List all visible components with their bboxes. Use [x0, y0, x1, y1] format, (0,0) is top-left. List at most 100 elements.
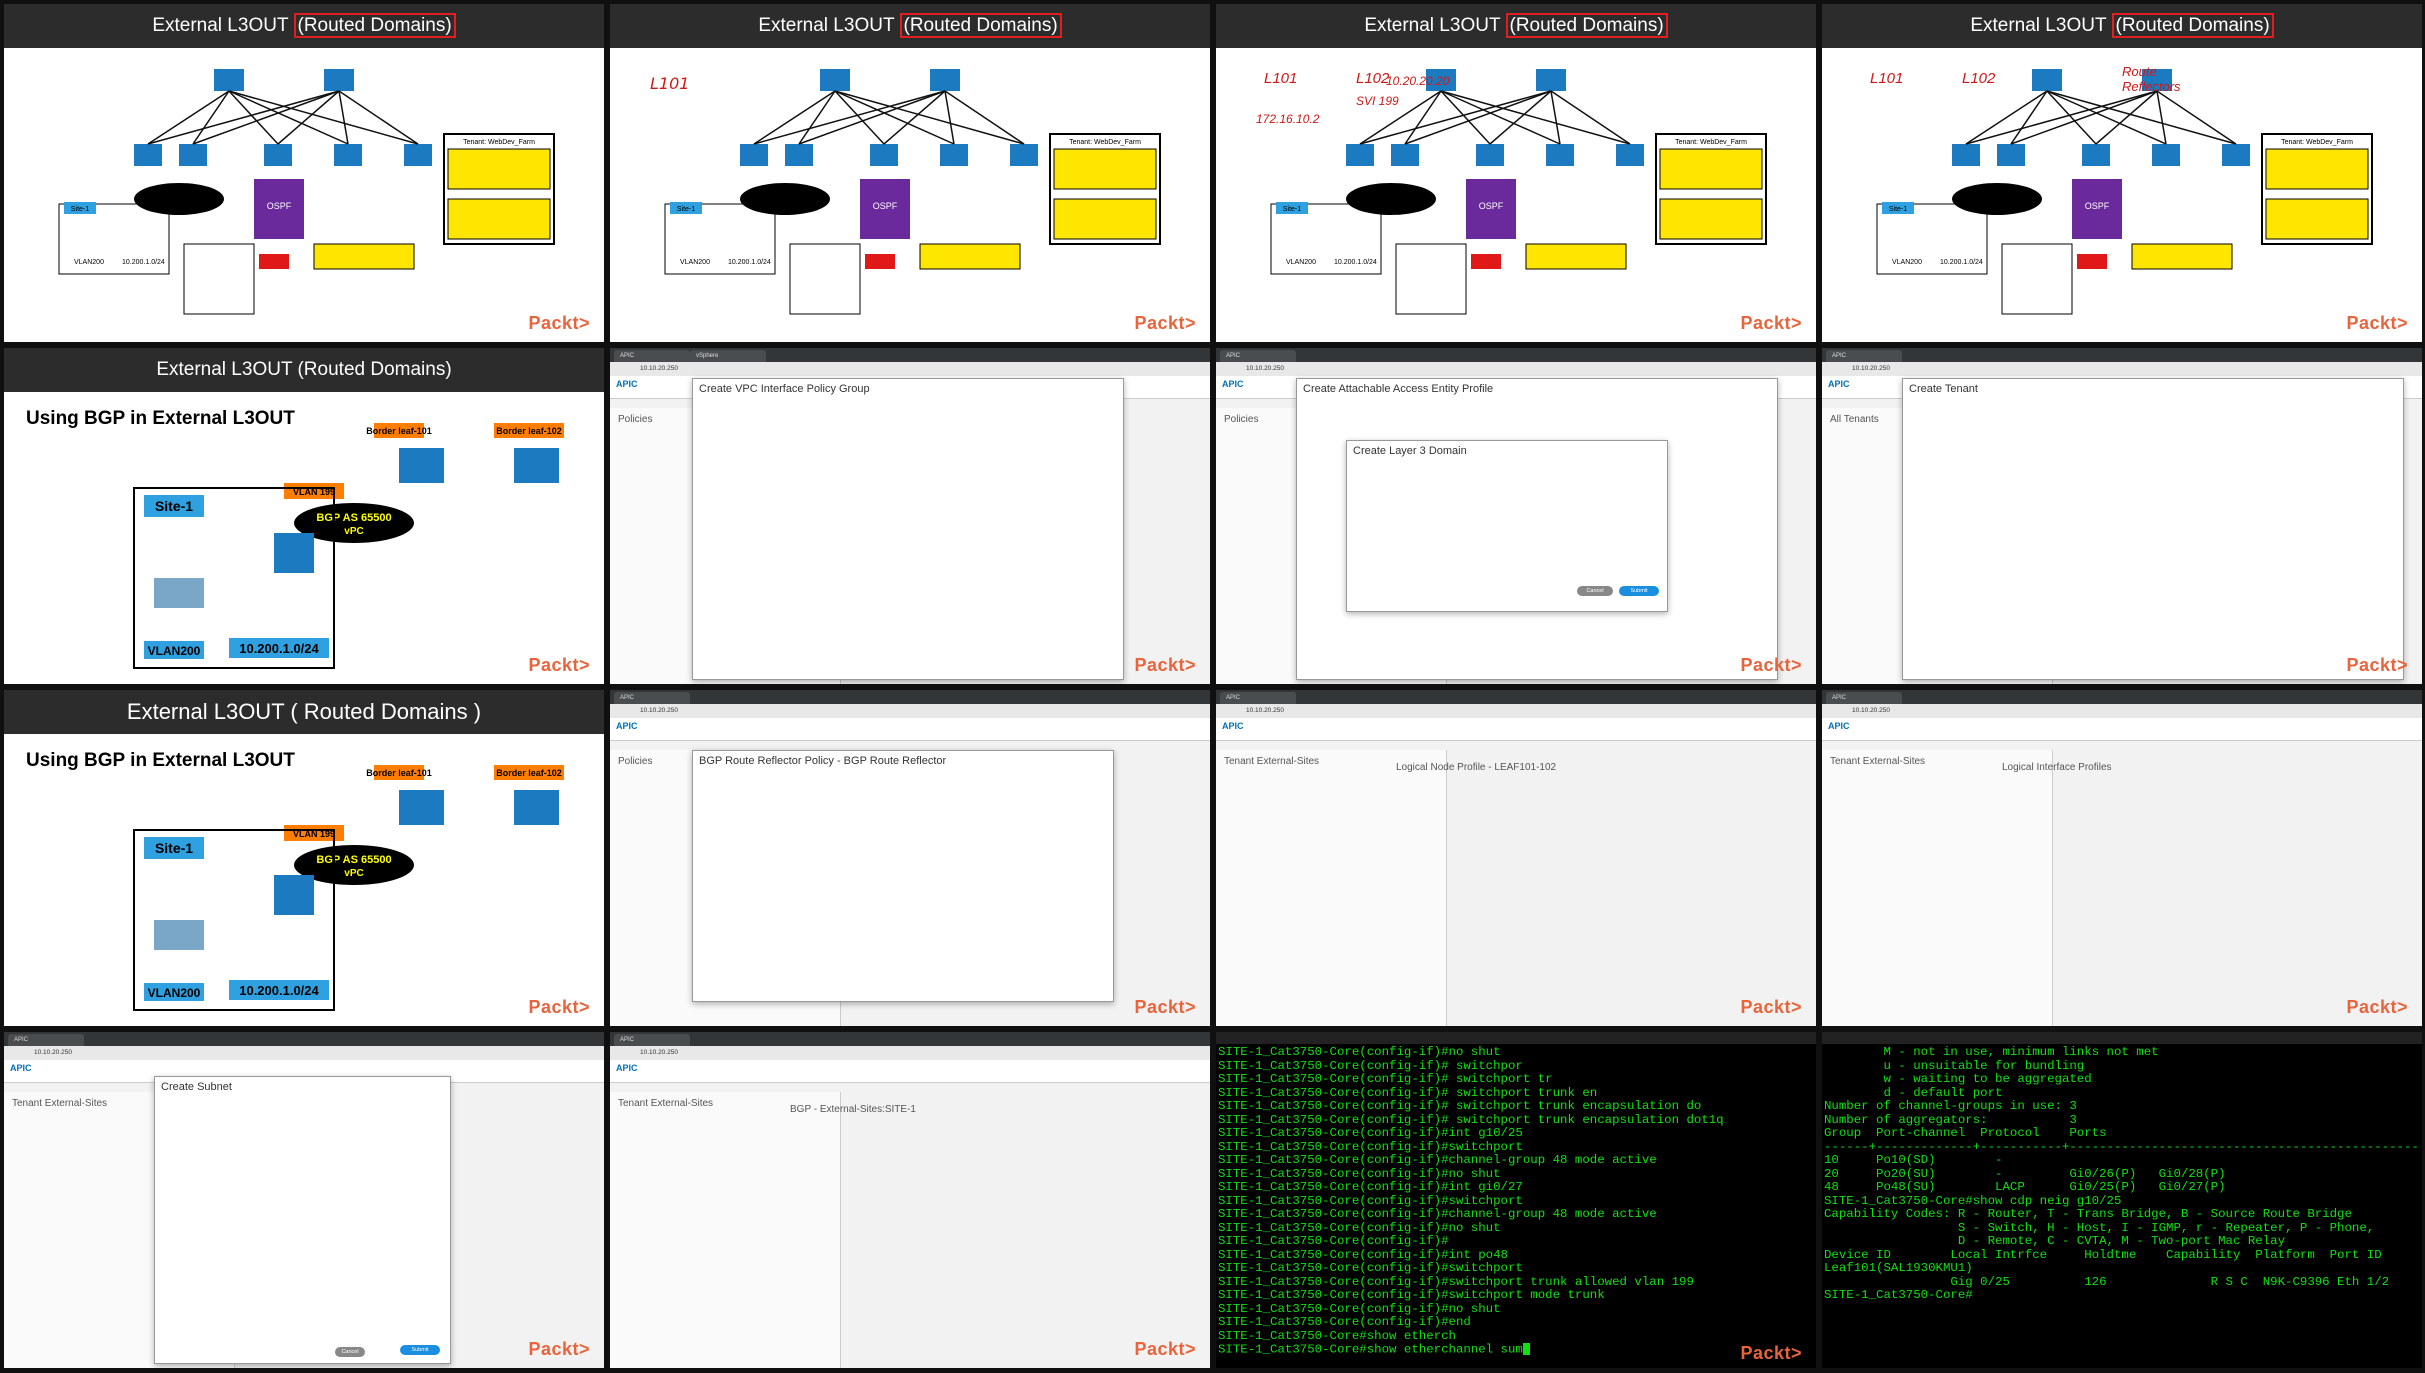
thumbnail-4[interactable]: External L3OUT (Routed Domains) Tenant: … — [1822, 4, 2422, 342]
leaf-102-switch — [514, 448, 559, 483]
dialog-title: Create Attachable Access Entity Profile — [1303, 383, 1494, 395]
terminal-line: SITE-1_Cat3750-Core#show cdp neig g10/25 — [1824, 1193, 2122, 1208]
create-subnet-dialog: Create Subnet Cancel Submit — [154, 1076, 451, 1364]
bgp-ellipse — [740, 183, 830, 215]
handwritten-l102: L102 — [1356, 70, 1390, 87]
dialog-title: Create Subnet — [161, 1081, 232, 1093]
handwritten-svi: SVI 199 — [1356, 94, 1399, 108]
svg-text:OSPF: OSPF — [873, 201, 898, 211]
border-leaf-102-label: Border leaf-102 — [496, 768, 562, 778]
panel-title: Logical Node Profile - LEAF101-102 — [1396, 762, 1557, 773]
leaf-switch — [870, 144, 898, 166]
vlan-label: VLAN200 — [1286, 259, 1316, 266]
create-tenant-dialog: Create Tenant — [1902, 378, 2404, 680]
svg-text:OSPF: OSPF — [1479, 201, 1504, 211]
thumbnail-3[interactable]: External L3OUT (Routed Domains) Tenant: … — [1216, 4, 1816, 342]
terminal-line: w - waiting to be aggregated — [1824, 1072, 2092, 1086]
terminal-line: SITE-1_Cat3750-Core(config-if)# switchpo… — [1218, 1112, 1724, 1127]
terminal-line: Group Port-channel Protocol Ports — [1824, 1126, 2107, 1140]
topology: Tenant: WebDev_Farm OSPF Site-1 VLAN200 10.2… — [664, 69, 1161, 315]
thumbnail-12-apic-interface-profile[interactable]: APIC 10.10.20.250 APIC Tenant External-S… — [1822, 690, 2422, 1026]
thumbnail-1[interactable]: External L3OUT (Routed Domains) Tenant: … — [4, 4, 604, 342]
address-bar[interactable]: 10.10.20.250 — [4, 1046, 604, 1060]
vlan-label: VLAN200 — [680, 259, 710, 266]
terminal-line: SITE-1_Cat3750-Core#show etherch — [1218, 1328, 1456, 1343]
vpc-label: vPC — [344, 868, 363, 879]
thumbnail-15-terminal[interactable]: SITE-1_Cat3750-Core(config-if)#no shut SI… — [1216, 1032, 1816, 1368]
leaf-switch — [740, 144, 768, 166]
terminal-line: Capability Codes: R - Router, T - Trans … — [1824, 1207, 2352, 1221]
terminal-line: SITE-1_Cat3750-Core(config-if)#int gi0/2… — [1218, 1180, 1523, 1194]
terminal-output[interactable]: M - not in use, minimum links not met u … — [1824, 1045, 2419, 1303]
address-bar[interactable]: 10.10.20.250 — [610, 1046, 1210, 1060]
spine-switch — [1536, 69, 1566, 91]
bgp-as-65500: BGP AS 65500 — [316, 854, 391, 866]
terminal-line: D - Remote, C - CVTA, M - Two-port Mac R… — [1824, 1234, 2286, 1248]
thumbnail-11-apic-node-profile[interactable]: APIC 10.10.20.250 APIC Tenant External-S… — [1216, 690, 1816, 1026]
leaf-switch — [179, 144, 207, 166]
vpc-label: vPC — [344, 526, 363, 537]
thumbnail-10-apic-bgp-rr[interactable]: APIC 10.10.20.250 APIC Policies BGP Rout… — [610, 690, 1210, 1026]
packt-logo: Packt> — [1740, 655, 1802, 675]
thumbnail-16-terminal[interactable]: M - not in use, minimum links not met u … — [1822, 1032, 2422, 1368]
subnet-label: 10.200.1.0/24 — [239, 641, 319, 656]
address-bar[interactable]: 10.10.20.250 — [1822, 704, 2422, 718]
thumbnail-9[interactable]: External L3OUT ( Routed Domains ) Using … — [4, 690, 604, 1026]
packt-logo: Packt> — [2346, 997, 2408, 1017]
address-bar[interactable]: 10.10.20.250 — [610, 362, 1210, 376]
thumbnail-8-apic-tenant[interactable]: APIC 10.10.20.250 APIC All Tenants Creat… — [1822, 348, 2422, 684]
apic-logo: APIC — [1828, 721, 1850, 731]
terminal-line: SITE-1_Cat3750-Core(config-if)#switchpor… — [1218, 1274, 1694, 1289]
terminal-line: SITE-1_Cat3750-Core(config-if)#end — [1218, 1315, 1471, 1329]
leaf-switch — [1546, 144, 1574, 166]
panel-title: Logical Interface Profiles — [2002, 762, 2112, 773]
submit-button[interactable]: Submit — [400, 1345, 440, 1355]
network-topology-diagram: Tenant: WebDev_Farm OSPF Site-1 VLAN200 10.2… — [1876, 69, 2373, 315]
leaf-switch — [1010, 144, 1038, 166]
spine-switch — [930, 69, 960, 91]
leaf-switch — [1346, 144, 1374, 166]
terminal-line: Device ID Local Intrfce Holdtme Capabili… — [1824, 1247, 2382, 1262]
address-bar[interactable]: 10.10.20.250 — [1822, 362, 2422, 376]
terminal-line: SITE-1_Cat3750-Core(config-if)# switchpo… — [1218, 1058, 1523, 1073]
subnet-label: 10.200.1.0/24 — [1334, 259, 1377, 266]
submit-button[interactable]: Submit — [1619, 586, 1659, 596]
core-switch — [274, 875, 314, 915]
cancel-button[interactable]: Cancel — [1577, 586, 1613, 596]
network-topology-diagram: Tenant: WebDev_Farm OSPF Site-1 VLAN200 10.2… — [1270, 69, 1767, 315]
border-leaf-101-label: Border leaf-101 — [366, 768, 432, 778]
site-label: Site-1 — [155, 840, 193, 856]
thumbnail-13-apic-subnet[interactable]: APIC 10.10.20.250 APIC Tenant External-S… — [4, 1032, 604, 1368]
cancel-button[interactable]: Cancel — [335, 1347, 365, 1357]
terminal-line: 20 Po20(SU) - Gi0/26(P) Gi0/28(P) — [1824, 1166, 2226, 1181]
thumbnail-7-apic-aaep[interactable]: APIC 10.10.20.250 APIC Policies Create A… — [1216, 348, 1816, 684]
thumbnail-5[interactable]: External L3OUT (Routed Domains) Using BG… — [4, 348, 604, 684]
terminal-line: ------+-------------+-----------+-------… — [1824, 1139, 2419, 1154]
host-icon — [154, 920, 204, 950]
leaf-switch — [2222, 144, 2250, 166]
address-bar[interactable]: 10.10.20.250 — [1216, 362, 1816, 376]
layer3-domain-dialog: Create Layer 3 Domain Cancel Submit — [1346, 440, 1668, 612]
network-topology-diagram: Tenant: WebDev_Farm OSPF Site-1 VLAN200 10.2… — [58, 69, 555, 315]
thumbnail-14-apic-bgp-sites[interactable]: APIC 10.10.20.250 APIC Tenant External-S… — [610, 1032, 1210, 1368]
bgp-ellipse — [134, 183, 224, 215]
terminal-line: SITE-1_Cat3750-Core(config-if)#switchpor… — [1218, 1139, 1523, 1154]
thumbnail-6-apic-vpc-policy[interactable]: APIC vSphere 10.10.20.250 APIC Policies C… — [610, 348, 1210, 684]
handwritten-ip: 10.20.20.20 — [1386, 74, 1450, 88]
leaf-101-switch — [399, 448, 444, 483]
packt-logo: Packt> — [528, 655, 590, 675]
terminal-output[interactable]: SITE-1_Cat3750-Core(config-if)#no shut SI… — [1218, 1045, 1724, 1357]
leaf-switch — [1616, 144, 1644, 166]
address-bar[interactable]: 10.10.20.250 — [610, 704, 1210, 718]
address-bar[interactable]: 10.10.20.250 — [1216, 704, 1816, 718]
subnet-label: 10.200.1.0/24 — [239, 983, 319, 998]
apic-logo: APIC — [616, 379, 638, 389]
bgp-as-65500: BGP AS 65500 — [316, 512, 391, 524]
packt-logo: Packt> — [1740, 1342, 1802, 1363]
leaf-switch — [1391, 144, 1419, 166]
dialog-title: BGP Route Reflector Policy - BGP Route R… — [699, 755, 947, 767]
thumbnail-2[interactable]: External L3OUT (Routed Domains) Tenant: … — [610, 4, 1210, 342]
apic-logo: APIC — [1222, 379, 1244, 389]
site-label: Site-1 — [1283, 206, 1301, 213]
handwritten-route-reflectors: Route Reflectors — [2122, 64, 2181, 94]
